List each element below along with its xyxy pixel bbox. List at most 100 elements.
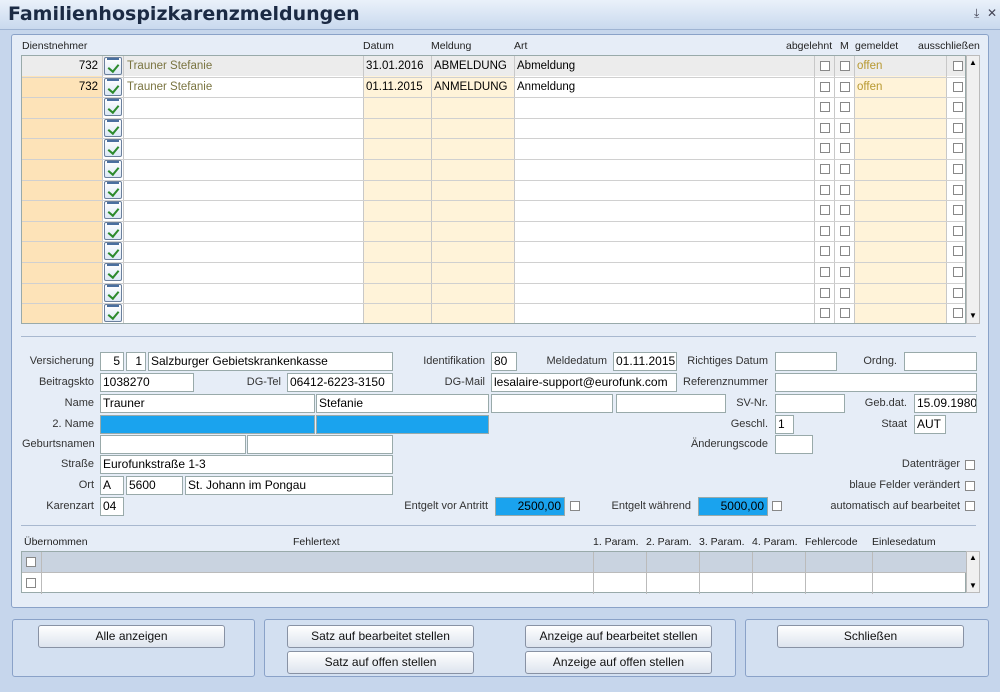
entgelt-waehrend-field[interactable]: 5000,00 [698,497,768,516]
ordng-field[interactable] [904,352,977,371]
restore-icon[interactable]: ⤓ [974,6,979,21]
m-checkbox[interactable] [840,102,850,112]
ausschliessen-checkbox[interactable] [953,61,963,71]
strasse-field[interactable]: Eurofunkstraße 1-3 [100,455,393,474]
ort-plz-field[interactable]: 5600 [126,476,183,495]
scroll-up-icon[interactable]: ▲ [969,58,977,67]
identifikation-field[interactable]: 80 [491,352,517,371]
ausschliessen-checkbox[interactable] [953,205,963,215]
scroll-up-icon[interactable]: ▲ [969,553,977,562]
abgelehnt-checkbox[interactable] [820,82,830,92]
karenzart-field[interactable]: 04 [100,497,124,516]
error-row2-checkbox[interactable] [26,578,36,588]
ausschliessen-checkbox[interactable] [953,102,963,112]
meldungen-grid[interactable]: 732 Trauner Stefanie 31.01.2016 ABMELDUN… [21,55,966,324]
anzeige-offen-button[interactable]: Anzeige auf offen stellen [525,651,712,674]
edit-check-icon[interactable] [104,160,122,178]
m-checkbox[interactable] [840,143,850,153]
ausschliessen-checkbox[interactable] [953,226,963,236]
name2-first-field[interactable] [316,415,489,434]
m-checkbox[interactable] [840,185,850,195]
edit-check-icon[interactable] [104,181,122,199]
name-first-field[interactable]: Stefanie [316,394,489,413]
edit-check-icon[interactable] [104,201,122,219]
aenderungscode-field[interactable] [775,435,813,454]
abgelehnt-checkbox[interactable] [820,143,830,153]
auto-bearbeitet-checkbox[interactable] [965,501,975,511]
satz-bearbeitet-button[interactable]: Satz auf bearbeitet stellen [287,625,474,648]
geschl-field[interactable]: 1 [775,415,794,434]
richtiges-datum-field[interactable] [775,352,837,371]
name-last-field[interactable]: Trauner [100,394,315,413]
alle-anzeigen-button[interactable]: Alle anzeigen [38,625,225,648]
m-checkbox[interactable] [840,246,850,256]
name2-last-field[interactable] [100,415,315,434]
edit-check-icon[interactable] [104,98,122,116]
versicherung-code2[interactable]: 1 [126,352,146,371]
edit-check-icon[interactable] [104,78,122,96]
m-checkbox[interactable] [840,226,850,236]
entgelt-vor-checkbox[interactable] [570,501,580,511]
abgelehnt-checkbox[interactable] [820,288,830,298]
ort-name-field[interactable]: St. Johann im Pongau [185,476,393,495]
anzeige-bearbeitet-button[interactable]: Anzeige auf bearbeitet stellen [525,625,712,648]
m-checkbox[interactable] [840,267,850,277]
abgelehnt-checkbox[interactable] [820,61,830,71]
geburtsname1-field[interactable] [100,435,246,454]
name-extra2-field[interactable] [616,394,726,413]
geburtsname2-field[interactable] [247,435,393,454]
referenznummer-field[interactable] [775,373,977,392]
edit-check-icon[interactable] [104,242,122,260]
meldedatum-field[interactable]: 01.11.2015 [613,352,677,371]
dg-mail-field[interactable]: lesalaire-support@eurofunk.com [491,373,677,392]
entgelt-waehrend-checkbox[interactable] [772,501,782,511]
abgelehnt-checkbox[interactable] [820,164,830,174]
edit-check-icon[interactable] [104,119,122,137]
ort-land-field[interactable]: A [100,476,124,495]
abgelehnt-checkbox[interactable] [820,246,830,256]
sv-nr-field[interactable] [775,394,845,413]
blaue-felder-checkbox[interactable] [965,481,975,491]
abgelehnt-checkbox[interactable] [820,102,830,112]
versicherung-code1[interactable]: 5 [100,352,124,371]
geb-dat-field[interactable]: 15.09.1980 [914,394,977,413]
ausschliessen-checkbox[interactable] [953,308,963,318]
m-checkbox[interactable] [840,205,850,215]
close-icon[interactable]: ✕ [987,6,997,20]
ausschliessen-checkbox[interactable] [953,246,963,256]
ausschliessen-checkbox[interactable] [953,143,963,153]
scroll-down-icon[interactable]: ▼ [969,311,977,320]
scroll-down-icon[interactable]: ▼ [969,581,977,590]
dg-tel-field[interactable]: 06412-6223-3150 [287,373,393,392]
edit-check-icon[interactable] [104,57,122,75]
error-grid[interactable] [21,551,967,594]
abgelehnt-checkbox[interactable] [820,123,830,133]
datentraeger-checkbox[interactable] [965,460,975,470]
m-checkbox[interactable] [840,164,850,174]
m-checkbox[interactable] [840,308,850,318]
edit-check-icon[interactable] [104,263,122,281]
name-extra1-field[interactable] [491,394,613,413]
ausschliessen-checkbox[interactable] [953,82,963,92]
abgelehnt-checkbox[interactable] [820,308,830,318]
abgelehnt-checkbox[interactable] [820,267,830,277]
staat-field[interactable]: AUT [914,415,946,434]
edit-check-icon[interactable] [104,304,122,322]
edit-check-icon[interactable] [104,139,122,157]
grid-scrollbar[interactable]: ▲ ▼ [966,55,980,324]
schliessen-button[interactable]: Schließen [777,625,964,648]
ausschliessen-checkbox[interactable] [953,185,963,195]
beitragskto-field[interactable]: 1038270 [100,373,194,392]
m-checkbox[interactable] [840,82,850,92]
satz-offen-button[interactable]: Satz auf offen stellen [287,651,474,674]
edit-check-icon[interactable] [104,284,122,302]
error-row1-checkbox[interactable] [26,557,36,567]
edit-check-icon[interactable] [104,222,122,240]
m-checkbox[interactable] [840,288,850,298]
abgelehnt-checkbox[interactable] [820,185,830,195]
m-checkbox[interactable] [840,61,850,71]
m-checkbox[interactable] [840,123,850,133]
versicherung-name[interactable]: Salzburger Gebietskrankenkasse [148,352,393,371]
entgelt-vor-field[interactable]: 2500,00 [495,497,565,516]
error-scrollbar[interactable]: ▲ ▼ [966,551,980,593]
